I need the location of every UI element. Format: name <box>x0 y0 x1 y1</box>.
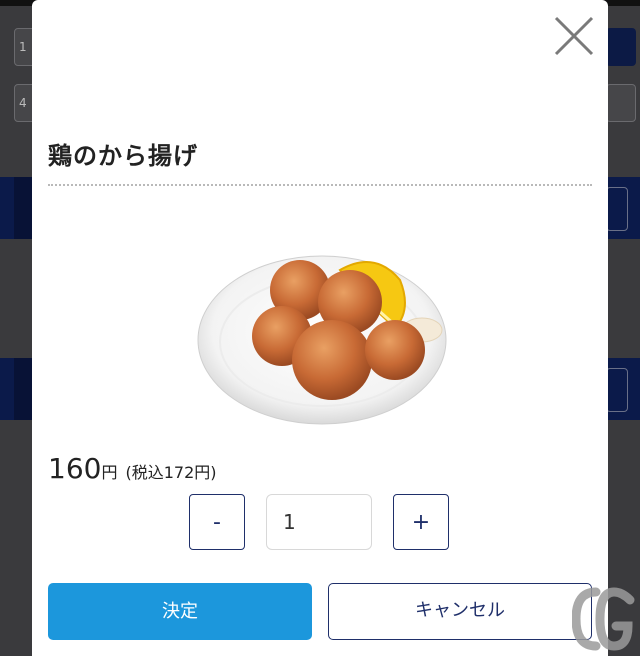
product-title: 鶏のから揚げ <box>48 142 198 170</box>
title-divider <box>48 184 592 186</box>
close-icon <box>554 16 594 56</box>
cancel-button[interactable]: キャンセル <box>328 583 592 640</box>
quantity-decrement-button[interactable]: - <box>189 494 245 550</box>
product-modal: 鶏のから揚げ 160円 (税込172円) - 1 + 決定 キャンセル <box>32 0 608 656</box>
background-button <box>606 28 636 66</box>
price-amount: 160 <box>48 452 102 485</box>
confirm-button[interactable]: 決定 <box>48 583 312 640</box>
background-field-right <box>606 84 636 122</box>
price-tax-included: (税込172円) <box>125 463 217 482</box>
quantity-input[interactable] <box>266 494 372 550</box>
price-unit: 円 <box>101 463 118 482</box>
close-button[interactable] <box>552 14 596 58</box>
watermark-logo <box>572 587 635 651</box>
price: 160円 (税込172円) <box>48 452 217 485</box>
quantity-increment-button[interactable]: + <box>393 494 449 550</box>
product-image <box>197 255 447 425</box>
